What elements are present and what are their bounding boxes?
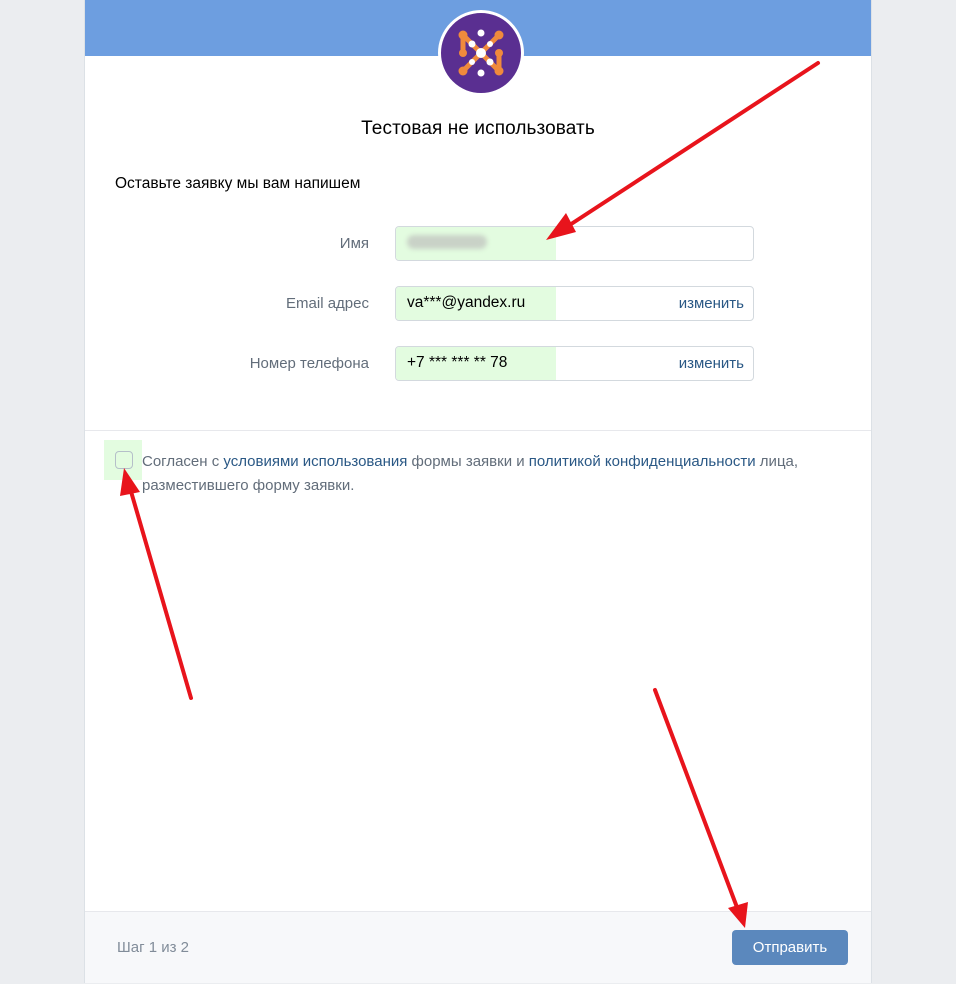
form-card: Тестовая не использовать Оставьте заявку…	[84, 0, 872, 983]
submit-button[interactable]: Отправить	[732, 930, 848, 965]
change-phone-link[interactable]: изменить	[679, 355, 744, 372]
change-email-link[interactable]: изменить	[679, 295, 744, 312]
email-label: Email адрес	[286, 295, 369, 312]
name-label: Имя	[339, 235, 369, 252]
form-title: Тестовая не использовать	[361, 118, 595, 139]
privacy-link[interactable]: политикой конфиденциальности	[529, 453, 756, 470]
phone-field[interactable]: +7 *** *** ** 78 изменить	[395, 346, 754, 381]
agreement-text: Согласен с условиями использования формы…	[142, 450, 842, 498]
section-divider	[85, 430, 871, 431]
form-footer: Шаг 1 из 2 Отправить	[85, 911, 871, 983]
phone-value: +7 *** *** ** 78	[407, 354, 508, 371]
name-field[interactable]	[395, 226, 754, 261]
molecule-network-logo-icon	[458, 29, 504, 77]
community-logo	[438, 10, 524, 96]
agreement-middle: формы заявки и	[407, 453, 529, 470]
step-indicator: Шаг 1 из 2	[117, 939, 190, 956]
agreement-prefix: Согласен с	[142, 453, 224, 470]
terms-link[interactable]: условиями использования	[223, 453, 407, 470]
agreement-checkbox[interactable]	[115, 451, 133, 469]
phone-label: Номер телефона	[249, 355, 369, 372]
email-field[interactable]: va***@yandex.ru изменить	[395, 286, 754, 321]
email-value: va***@yandex.ru	[407, 294, 526, 311]
form-subtitle: Оставьте заявку мы вам напишем	[115, 175, 361, 192]
name-value-blurred	[407, 235, 487, 249]
